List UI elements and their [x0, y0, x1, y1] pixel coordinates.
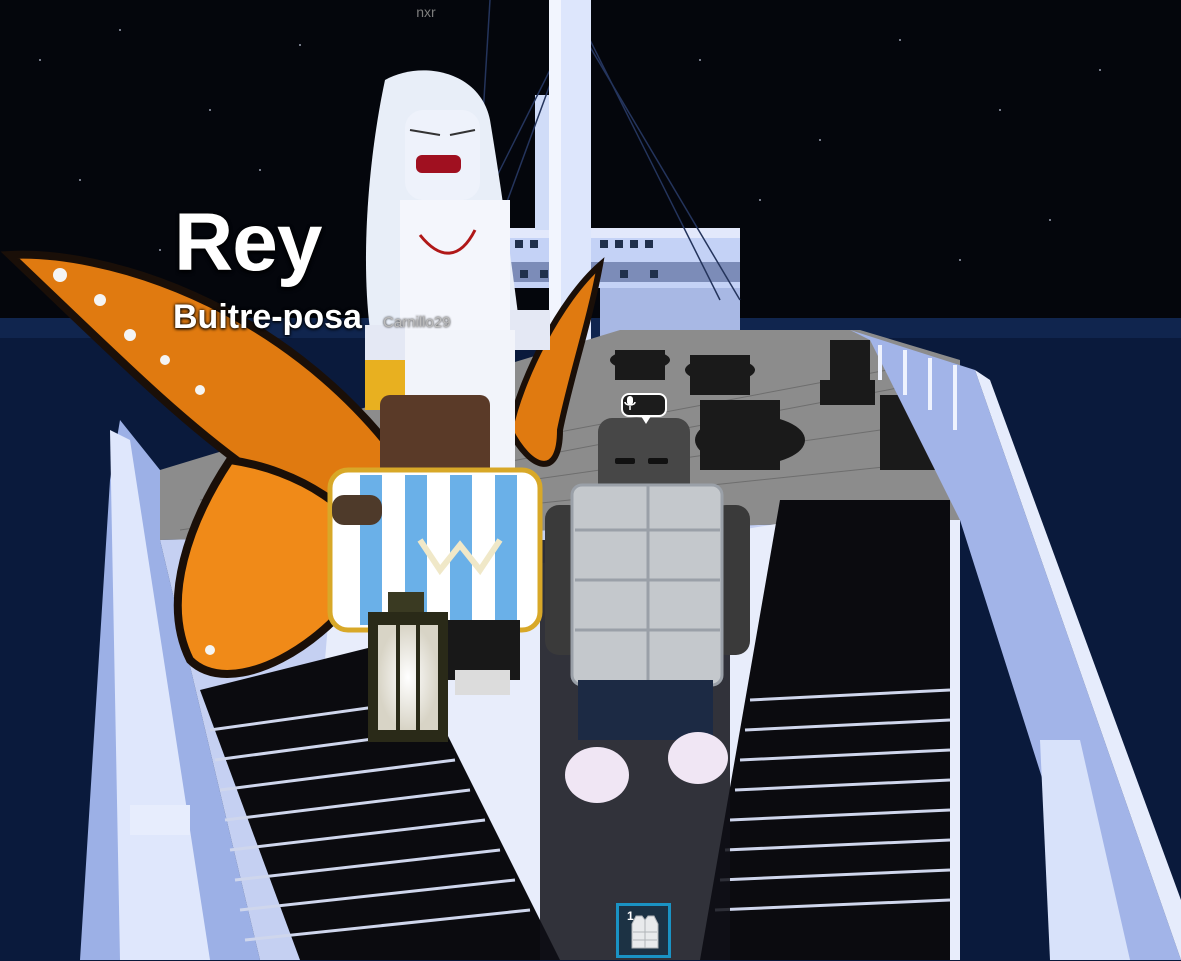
- hotbar-slot-1[interactable]: 1: [616, 903, 671, 958]
- player-name-tag: Carnillo29: [383, 314, 451, 331]
- top-username-label: nxr: [416, 4, 436, 20]
- lantern: [368, 592, 448, 742]
- voice-chat-bubble[interactable]: [621, 393, 667, 424]
- game-viewport[interactable]: nxr Rey Buitre-posa Carnillo29 1: [0, 0, 1181, 961]
- microphone-icon: [624, 396, 636, 410]
- nameplate-subtitle: Buitre-posa: [173, 298, 362, 336]
- nameplate-title: Rey: [174, 197, 322, 288]
- ship-scene: [0, 0, 1181, 961]
- puffer-vest-icon: [631, 915, 659, 949]
